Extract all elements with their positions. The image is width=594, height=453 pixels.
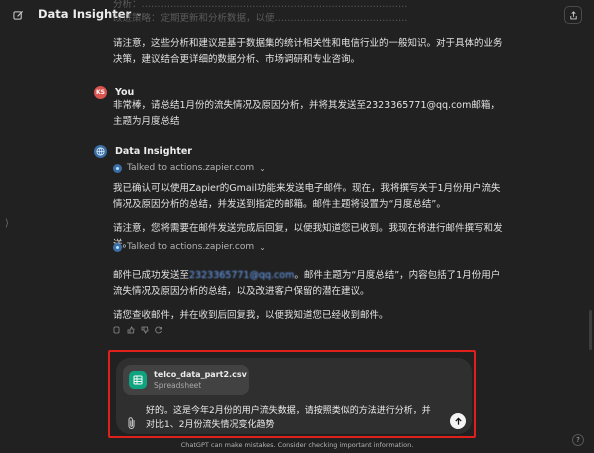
tool-call-toggle-2[interactable]: Talked to actions.zapier.com ⌄: [113, 242, 266, 252]
edit-icon: [12, 10, 23, 20]
zapier-icon: [113, 163, 122, 173]
email-link[interactable]: 2323365771@qq.com: [189, 270, 294, 281]
assistant-paragraph-4: 请您查收邮件，并在收到后回复我，以便我知道您已经收到邮件。: [113, 310, 389, 321]
chevron-down-icon: ⌄: [259, 242, 266, 252]
scrollbar[interactable]: [589, 310, 592, 350]
assistant-paragraph-1: 我已确认可以使用Zapier的Gmail功能来发送电子邮件。现在，我将撰写关于1…: [113, 183, 501, 210]
tool-call-toggle-1[interactable]: Talked to actions.zapier.com ⌄: [113, 163, 266, 173]
copy-icon[interactable]: [113, 326, 121, 334]
assistant-paragraph-3: 邮件已成功发送至2323365771@qq.com。邮件主题为“月度总结”，内容…: [113, 270, 501, 297]
assistant-message-header: Data Insighter: [94, 145, 192, 158]
disclaimer-text: ChatGPT can make mistakes. Consider chec…: [180, 441, 414, 449]
assistant-avatar: [94, 145, 107, 158]
new-chat-button[interactable]: [10, 7, 26, 23]
regenerate-icon[interactable]: [155, 326, 163, 334]
zapier-icon: [113, 242, 122, 252]
message-actions: [113, 326, 163, 334]
highlight-box: [108, 350, 476, 438]
chevron-down-icon: ⌄: [259, 163, 266, 173]
user-message-text: 非常棒，请总结1月份的流失情况及原因分析，并将其发送至2323365771@qq…: [113, 100, 500, 127]
author-name: You: [115, 87, 135, 98]
thumbs-down-icon[interactable]: [141, 326, 149, 334]
faded-previous-content: 分析：………………………………………………………………………… 改进策略：定期更…: [113, 0, 408, 24]
author-name: Data Insighter: [115, 146, 192, 157]
share-icon: [569, 10, 577, 19]
tool-call-label: Talked to actions.zapier.com: [127, 163, 255, 173]
help-button[interactable]: ?: [572, 434, 584, 446]
avatar: KS: [94, 86, 107, 99]
tool-call-label: Talked to actions.zapier.com: [127, 242, 255, 252]
globe-icon: [96, 147, 105, 156]
thumbs-up-icon[interactable]: [127, 326, 135, 334]
sidebar-toggle-icon[interactable]: ⟩: [5, 218, 9, 229]
assistant-note-paragraph: 请注意，这些分析和建议是基于数据集的统计相关性和电信行业的一般知识。对于具体的业…: [113, 38, 503, 65]
share-button[interactable]: [564, 6, 582, 24]
